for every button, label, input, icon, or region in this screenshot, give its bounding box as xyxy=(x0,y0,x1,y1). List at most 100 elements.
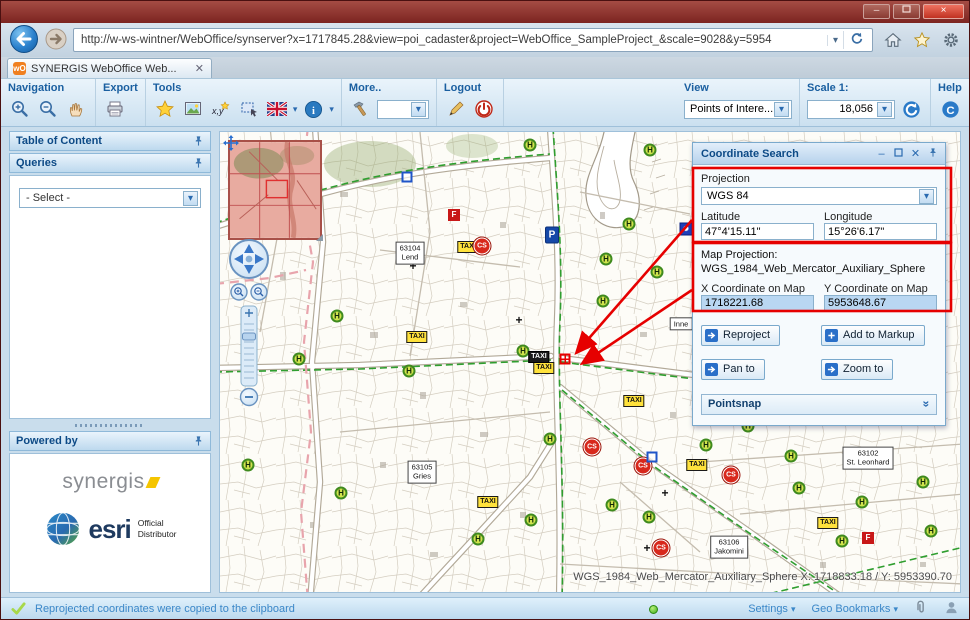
cs-marker[interactable]: CS xyxy=(653,540,670,557)
pin-panel-icon[interactable] xyxy=(924,147,941,161)
restore-panel-icon[interactable] xyxy=(890,148,907,160)
hydrant-marker[interactable]: H xyxy=(836,535,849,548)
hydrant-marker[interactable]: H xyxy=(242,459,255,472)
pointsnap-section-header[interactable]: Pointsnap » xyxy=(701,394,937,415)
select-region-icon[interactable] xyxy=(237,97,261,121)
hydrant-marker[interactable]: H xyxy=(403,365,416,378)
window-close-button[interactable]: × xyxy=(923,4,964,19)
longitude-input[interactable] xyxy=(824,223,937,240)
attachment-icon[interactable] xyxy=(914,600,928,618)
hydrant-marker[interactable]: H xyxy=(472,533,485,546)
zoom-to-button[interactable]: Zoom to xyxy=(821,359,893,380)
table-of-content-header[interactable]: Table of Content xyxy=(9,131,211,151)
hydrant-marker[interactable]: H xyxy=(335,487,348,500)
tab-close-icon[interactable]: ✕ xyxy=(193,62,206,75)
window-minimize-button[interactable]: – xyxy=(863,4,890,19)
cross-marker[interactable]: + xyxy=(661,487,668,499)
blue-square-marker[interactable] xyxy=(402,172,413,183)
hammer-icon[interactable] xyxy=(349,97,373,121)
favorites-star-icon[interactable] xyxy=(912,30,932,50)
y-coordinate-input[interactable] xyxy=(824,295,937,312)
blue-square-selected-marker[interactable] xyxy=(680,223,693,236)
pin-icon[interactable] xyxy=(193,135,204,147)
home-icon[interactable] xyxy=(883,30,903,50)
hydrant-marker[interactable]: H xyxy=(524,139,537,152)
cs-marker[interactable]: CS xyxy=(723,467,740,484)
star-icon[interactable] xyxy=(153,97,177,121)
cs-marker[interactable]: CS xyxy=(584,439,601,456)
query-select[interactable]: - Select - ▾ xyxy=(19,188,201,208)
pin-icon[interactable] xyxy=(193,157,204,169)
refresh-icon[interactable] xyxy=(843,31,869,49)
overview-map[interactable] xyxy=(228,140,322,240)
parking-marker[interactable]: P xyxy=(545,227,559,244)
tab-weboffice[interactable]: wO SYNERGIS WebOffice Web... ✕ xyxy=(7,58,212,78)
refresh-scale-icon[interactable] xyxy=(899,97,923,121)
close-panel-icon[interactable]: ✕ xyxy=(907,147,924,160)
hydrant-marker[interactable]: H xyxy=(544,433,557,446)
scale-input[interactable]: 18,056 ▾ xyxy=(807,100,895,119)
info-dropdown-icon[interactable]: ▾ xyxy=(329,104,334,115)
hydrant-marker[interactable]: H xyxy=(917,476,930,489)
hydrant-marker[interactable]: H xyxy=(785,450,798,463)
help-icon[interactable]: C xyxy=(938,97,962,121)
info-icon[interactable]: i xyxy=(301,97,325,121)
taxi-marker[interactable]: TAXI xyxy=(477,496,498,508)
view-select[interactable]: Points of Intere... ▾ xyxy=(684,100,792,119)
hydrant-marker[interactable]: H xyxy=(925,525,938,538)
image-export-icon[interactable] xyxy=(181,97,205,121)
map-canvas[interactable]: HHHHHHHHHHHHHHHHHHHHHHHHHHHTAXITAXITAXIT… xyxy=(219,131,961,593)
gear-icon[interactable] xyxy=(941,30,961,50)
overview-pan-icon[interactable] xyxy=(222,134,240,155)
forward-button[interactable] xyxy=(45,28,67,53)
hydrant-marker[interactable]: H xyxy=(793,482,806,495)
pin-icon[interactable] xyxy=(193,435,204,447)
hydrant-marker[interactable]: H xyxy=(700,439,713,452)
pen-icon[interactable] xyxy=(444,97,468,121)
hydrant-marker[interactable]: H xyxy=(293,353,306,366)
minimize-panel-icon[interactable]: – xyxy=(873,148,890,160)
xy-coordinate-icon[interactable]: x,y xyxy=(209,97,233,121)
cross-marker[interactable]: + xyxy=(643,542,650,554)
taxi-dark-marker[interactable]: TAXI xyxy=(528,351,549,363)
overview-resize-handle[interactable] xyxy=(316,234,323,241)
pan-hand-icon[interactable] xyxy=(64,97,88,121)
latitude-input[interactable] xyxy=(701,223,814,240)
hydrant-marker[interactable]: H xyxy=(643,511,656,524)
hydrant-marker[interactable]: H xyxy=(623,218,636,231)
projection-select[interactable]: WGS 84 ▾ xyxy=(701,187,937,205)
reproject-button[interactable]: Reproject xyxy=(701,325,780,346)
url-bar[interactable]: http://w-ws-wintner/WebOffice/synserver?… xyxy=(73,28,873,52)
powered-by-header[interactable]: Powered by xyxy=(9,431,211,451)
uk-flag-icon[interactable] xyxy=(265,97,289,121)
x-coordinate-input[interactable] xyxy=(701,295,814,312)
url-dropdown-icon[interactable]: ▾ xyxy=(827,35,843,46)
zoom-out-icon[interactable] xyxy=(36,97,60,121)
hydrant-marker[interactable]: H xyxy=(597,295,610,308)
taxi-marker[interactable]: TAXI xyxy=(817,517,838,529)
cross-marker[interactable]: + xyxy=(515,314,522,326)
hydrant-marker[interactable]: H xyxy=(525,514,538,527)
url-text[interactable]: http://w-ws-wintner/WebOffice/synserver?… xyxy=(81,34,827,46)
taxi-marker[interactable]: TAXI xyxy=(686,459,707,471)
hydrant-marker[interactable]: H xyxy=(856,496,869,509)
add-to-markup-button[interactable]: Add to Markup xyxy=(821,325,925,346)
map-navigation-widget[interactable] xyxy=(226,236,272,411)
queries-header[interactable]: Queries xyxy=(9,153,211,173)
hydrant-marker[interactable]: H xyxy=(331,310,344,323)
hydrant-marker[interactable]: H xyxy=(600,253,613,266)
pan-to-button[interactable]: Pan to xyxy=(701,359,765,380)
flag-dropdown-icon[interactable]: ▾ xyxy=(293,104,298,115)
hydrant-marker[interactable]: H xyxy=(651,266,664,279)
hydrant-marker[interactable]: H xyxy=(644,144,657,157)
more-tools-select[interactable]: ▾ xyxy=(377,100,429,119)
hydrant-marker[interactable]: H xyxy=(606,499,619,512)
geo-bookmarks-menu[interactable]: Geo Bookmarks ▾ xyxy=(812,603,898,615)
taxi-marker[interactable]: TAXI xyxy=(533,362,554,374)
back-button[interactable] xyxy=(9,24,39,57)
cs-marker[interactable]: CS xyxy=(474,238,491,255)
fire-marker[interactable]: F xyxy=(862,532,874,544)
power-icon[interactable] xyxy=(472,97,496,121)
blue-square-marker[interactable] xyxy=(647,452,658,463)
coordinate-search-header[interactable]: Coordinate Search – ✕ xyxy=(693,143,945,165)
